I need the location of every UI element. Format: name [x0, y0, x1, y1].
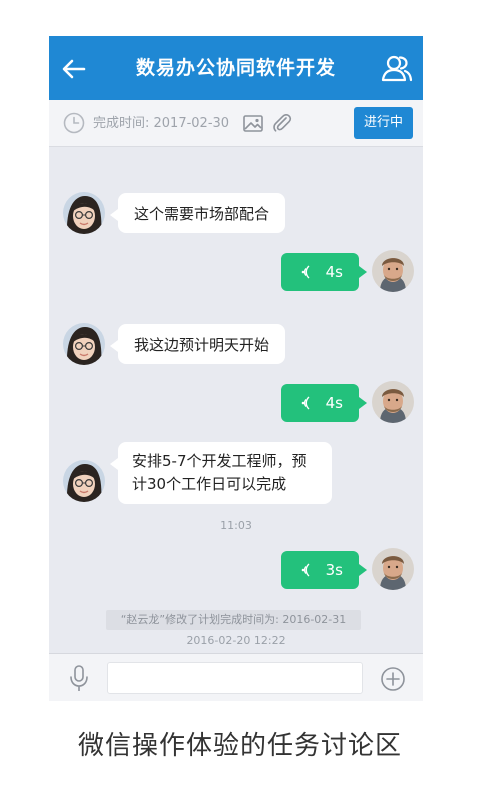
promo-caption: 微信操作体验的任务讨论区	[77, 731, 402, 761]
avatar-woman[interactable]	[63, 460, 105, 502]
back-button[interactable]	[59, 54, 89, 84]
message-input[interactable]	[107, 662, 363, 694]
paperclip-icon	[273, 114, 292, 132]
image-icon	[243, 115, 263, 132]
members-button[interactable]	[381, 53, 413, 83]
voice-wave-icon	[301, 265, 310, 279]
avatar-man[interactable]	[372, 381, 414, 423]
message-text: 我这边预计明天开始	[134, 335, 270, 354]
avatar-man[interactable]	[372, 250, 414, 292]
arrow-left-icon	[62, 59, 86, 79]
message-text: 安排5-7个开发工程师，预计30个工作日可以完成	[132, 452, 307, 493]
page-title: 数易办公协同软件开发	[135, 57, 336, 79]
man-avatar-image	[372, 250, 414, 292]
man-avatar-image	[372, 548, 414, 590]
task-info-bar: 完成时间: 2017-02-30 进行中	[49, 100, 423, 147]
message-time: 11:03	[220, 519, 252, 532]
message-bubble-text[interactable]: 安排5-7个开发工程师，预计30个工作日可以完成	[110, 442, 332, 504]
voice-duration: 4s	[325, 263, 343, 281]
phone-screen: 数易办公协同软件开发 完成时间: 2017-02-30 进行中 这个需要市场部配…	[49, 36, 423, 701]
voice-duration: 4s	[325, 394, 343, 412]
voice-wave-icon	[301, 563, 310, 577]
attach-button[interactable]	[271, 112, 293, 134]
clock-icon	[63, 112, 85, 134]
woman-avatar-image	[63, 460, 105, 502]
voice-wave-icon	[301, 396, 310, 410]
add-attachment-button[interactable]	[380, 666, 406, 692]
due-date-label: 完成时间: 2017-02-30	[93, 116, 230, 131]
image-button[interactable]	[242, 113, 264, 135]
message-text: 这个需要市场部配合	[134, 204, 270, 223]
app-header: 数易办公协同软件开发	[49, 36, 423, 100]
system-notice: “赵云龙”修改了计划完成时间为: 2016-02-31	[106, 610, 361, 630]
voice-message-bubble[interactable]: 4s	[281, 253, 367, 291]
voice-message-bubble[interactable]: 3s	[281, 551, 367, 589]
avatar-man[interactable]	[372, 548, 414, 590]
plus-circle-icon	[381, 667, 405, 691]
avatar-woman[interactable]	[63, 192, 105, 234]
voice-duration: 3s	[325, 561, 343, 579]
chat-input-bar	[49, 653, 423, 701]
people-icon	[381, 55, 413, 82]
message-time: 2016-02-20 12:22	[186, 634, 286, 647]
status-badge[interactable]: 进行中	[354, 107, 413, 139]
message-bubble-text[interactable]: 这个需要市场部配合	[109, 193, 286, 233]
avatar-woman[interactable]	[63, 323, 105, 365]
woman-avatar-image	[63, 323, 105, 365]
voice-input-button[interactable]	[67, 664, 91, 692]
man-avatar-image	[372, 381, 414, 423]
microphone-icon	[70, 665, 88, 691]
message-bubble-text[interactable]: 我这边预计明天开始	[109, 324, 286, 364]
woman-avatar-image	[63, 192, 105, 234]
voice-message-bubble[interactable]: 4s	[281, 384, 367, 422]
